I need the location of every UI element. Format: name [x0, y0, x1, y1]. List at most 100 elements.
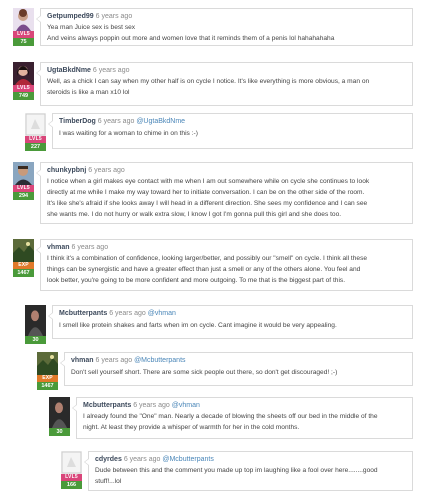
comment-line: night. At least they provide a whisper o…: [83, 424, 300, 431]
timestamp: 6 years ago: [95, 357, 133, 364]
avatar-image: [61, 451, 82, 474]
avatar-image: [25, 305, 46, 336]
comment-line: I smell like protein shakes and farts wh…: [59, 322, 337, 329]
points-badge: 1467: [13, 269, 34, 277]
user-avatar[interactable]: LVL5 75: [13, 8, 34, 47]
comment-body: Mcbutterpants 6 years ago @vhman I alrea…: [72, 397, 413, 439]
avatar-image: [13, 162, 34, 185]
level-badge: LVL5: [13, 31, 34, 38]
user-avatar[interactable]: 30: [49, 397, 70, 436]
comment-line: she wants me. I do not hurry or walk ext…: [47, 211, 342, 218]
reply-to-link[interactable]: @Mcbutterpants: [162, 456, 213, 463]
avatar-image: [13, 62, 34, 85]
comment-line: steroids is like a man x10 lol: [47, 89, 130, 96]
points-badge: 1467: [37, 382, 58, 390]
comment-text: I notice when a girl makes eye contact w…: [47, 176, 369, 220]
avatar-image: [49, 397, 70, 428]
avatar-image: [13, 239, 34, 262]
reply-to-link[interactable]: @vhman: [148, 310, 176, 317]
comment-line: Yea man Juice sex is best sex: [47, 24, 136, 31]
username-link[interactable]: TimberDog: [59, 118, 96, 125]
comment-line: look better, you're going to be more con…: [47, 277, 346, 284]
comment-body: Getpumped99 6 years ago Yea man Juice se…: [36, 8, 413, 46]
comment: EXP 1467 vhman 6 years ago @Mcbutterpant…: [37, 352, 413, 391]
comment-text: I already found the "One" man. Nearly a …: [83, 411, 378, 433]
comment: LVL5 166 cdyrdes 6 years ago @Mcbutterpa…: [61, 451, 413, 491]
level-badge: LVL5: [25, 136, 46, 143]
comment-text: I think it's a combination of confidence…: [47, 253, 367, 286]
comment: LVL5 227 TimberDog 6 years ago @UgtaBkdN…: [25, 113, 413, 153]
comment-text: Dude between this and the comment you ma…: [95, 465, 378, 487]
points-badge: 166: [61, 481, 82, 489]
comment-text: Don't sell yourself short. There are som…: [71, 367, 337, 378]
timestamp: 6 years ago: [95, 13, 133, 20]
user-avatar[interactable]: LVL5 227: [25, 113, 46, 152]
username-link[interactable]: UgtaBkdNme: [47, 67, 91, 74]
avatar-image: [25, 113, 46, 136]
comment-body: vhman 6 years ago I think it's a combina…: [36, 239, 413, 291]
level-badge: LVL5: [61, 474, 82, 481]
level-badge: EXP: [37, 375, 58, 382]
comment-line: I was waiting for a woman to chime in on…: [59, 130, 198, 137]
comment-line: stuff!...lol: [95, 478, 122, 485]
points-badge: 294: [13, 192, 34, 200]
avatar-image: [13, 8, 34, 31]
comment-line: directly at me while I make my way towar…: [47, 189, 365, 196]
comment-text: I was waiting for a woman to chime in on…: [59, 128, 198, 139]
level-badge: LVL5: [13, 185, 34, 192]
comment-line: Dude between this and the comment you ma…: [95, 467, 378, 474]
comment-body: vhman 6 years ago @Mcbutterpants Don't s…: [60, 352, 413, 386]
comment-body: cdyrdes 6 years ago @Mcbutterpants Dude …: [84, 451, 413, 491]
timestamp: 6 years ago: [123, 456, 161, 463]
comment-body: chunkypbnj 6 years ago I notice when a g…: [36, 162, 413, 224]
comment-body: UgtaBkdNme 6 years ago Well, as a chick …: [36, 62, 413, 106]
comment-line: Don't sell yourself short. There are som…: [71, 369, 338, 376]
user-avatar[interactable]: 30: [25, 305, 46, 344]
points-badge: 227: [25, 143, 46, 151]
reply-to-link[interactable]: @vhman: [172, 402, 200, 409]
avatar-image: [37, 352, 58, 375]
comment-thread: LVL5 75 Getpumped99 6 years ago Yea man …: [0, 0, 423, 500]
comment-line: I already found the "One" man. Nearly a …: [83, 413, 378, 420]
user-avatar[interactable]: LVL5 166: [61, 451, 82, 490]
username-link[interactable]: vhman: [71, 357, 94, 364]
comment-line: I notice when a girl makes eye contact w…: [47, 178, 370, 185]
comment-line: I think it's a combination of confidence…: [47, 255, 368, 262]
comment-line: Well, as a chick I can say when my other…: [47, 78, 370, 85]
timestamp: 6 years ago: [71, 244, 109, 251]
points-badge: 75: [13, 38, 34, 46]
comment-body: Mcbutterpants 6 years ago @vhman I smell…: [48, 305, 413, 339]
comment: 30 Mcbutterpants 6 years ago @vhman I sm…: [25, 305, 413, 344]
username-link[interactable]: cdyrdes: [95, 456, 122, 463]
comment: LVL5 75 Getpumped99 6 years ago Yea man …: [13, 8, 413, 46]
points-badge: 30: [49, 428, 70, 436]
comment-line: And veins always poppin out more and wom…: [47, 35, 335, 42]
comment-body: TimberDog 6 years ago @UgtaBkdNme I was …: [48, 113, 413, 149]
user-avatar[interactable]: EXP 1467: [13, 239, 34, 278]
comment-text: Yea man Juice sex is best sex And veins …: [47, 22, 334, 44]
user-avatar[interactable]: LVL5 294: [13, 162, 34, 201]
level-badge: EXP: [13, 262, 34, 269]
user-avatar[interactable]: EXP 1467: [37, 352, 58, 391]
username-link[interactable]: chunkypbnj: [47, 167, 86, 174]
timestamp: 6 years ago: [97, 118, 135, 125]
comment-text: Well, as a chick I can say when my other…: [47, 76, 369, 98]
username-link[interactable]: Mcbutterpants: [59, 310, 107, 317]
user-avatar[interactable]: LVL5 749: [13, 62, 34, 101]
timestamp: 6 years ago: [133, 402, 170, 409]
username-link[interactable]: Mcbutterpants: [83, 402, 131, 409]
timestamp: 6 years ago: [92, 67, 130, 74]
comment-text: I smell like protein shakes and farts wh…: [59, 320, 337, 331]
username-link[interactable]: Getpumped99: [47, 13, 94, 20]
comment-line: It's like she's afraid if she looks away…: [47, 200, 368, 207]
level-badge: LVL5: [13, 85, 34, 92]
comment: LVL5 749 UgtaBkdNme 6 years ago Well, as…: [13, 62, 413, 106]
reply-to-link[interactable]: @Mcbutterpants: [134, 357, 185, 364]
username-link[interactable]: vhman: [47, 244, 70, 251]
timestamp: 6 years ago: [88, 167, 125, 174]
reply-to-link[interactable]: @UgtaBkdNme: [136, 118, 185, 125]
comment: 30 Mcbutterpants 6 years ago @vhman I al…: [49, 397, 413, 439]
points-badge: 749: [13, 92, 34, 100]
timestamp: 6 years ago: [109, 310, 146, 317]
comment: EXP 1467 vhman 6 years ago I think it's …: [13, 239, 413, 291]
